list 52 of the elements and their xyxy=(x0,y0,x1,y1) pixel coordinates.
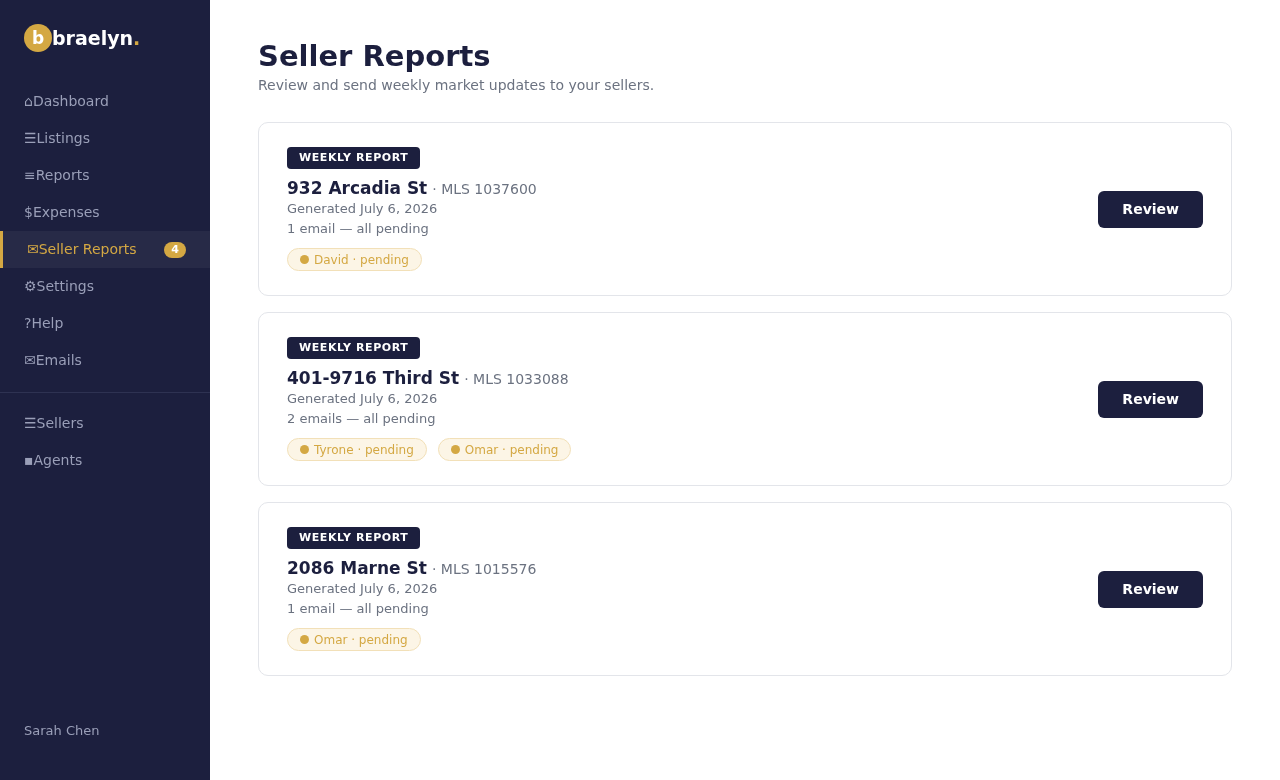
status-dot-icon xyxy=(300,445,309,454)
mls-number: · MLS 1015576 xyxy=(431,560,537,579)
recipient-status: Tyrone · pending xyxy=(314,442,414,457)
list-icon: ☰ xyxy=(24,415,37,432)
nav-item[interactable]: ✉Emails xyxy=(0,342,210,379)
nav-item[interactable]: ?Help xyxy=(0,305,210,342)
list-icon: ☰ xyxy=(24,130,37,147)
page-subtitle: Review and send weekly market updates to your sellers. xyxy=(258,76,656,95)
mls-number: · MLS 1037600 xyxy=(432,180,537,199)
property-address: 932 Arcadia St xyxy=(287,178,428,198)
house-icon: ⌂ xyxy=(24,93,33,110)
report-type-tag: WEEKLY REPORT xyxy=(287,527,421,549)
nav-item[interactable]: ≡Reports xyxy=(0,157,210,194)
status-dot-icon xyxy=(450,445,460,454)
page-title: Seller Reports xyxy=(258,38,492,74)
nav-item[interactable]: ⚙Settings xyxy=(0,268,210,305)
nav-item[interactable]: ✉Seller Reports 4 xyxy=(0,231,210,268)
square-icon: ▪ xyxy=(24,452,34,469)
review-button[interactable]: Review xyxy=(1098,570,1203,608)
lines-icon: ≡ xyxy=(24,167,36,184)
gear-icon: ⚙ xyxy=(24,278,37,295)
mls-number: · MLS 1033088 xyxy=(464,370,569,389)
nav-item[interactable]: ☰Listings xyxy=(0,120,210,157)
report-type-tag: WEEKLY REPORT xyxy=(287,147,421,169)
generated-date: Generated July 6, 2026 xyxy=(287,580,439,598)
envelope-icon: ✉ xyxy=(27,241,39,258)
review-button[interactable]: Review xyxy=(1098,190,1203,228)
user-name: Sarah Chen xyxy=(23,723,101,740)
generated-date: Generated July 6, 2026 xyxy=(287,390,439,408)
status-dot-icon xyxy=(300,635,309,644)
nav-item[interactable]: $Expenses xyxy=(0,194,210,231)
review-button[interactable]: Review xyxy=(1098,380,1203,418)
unread-count: 4 xyxy=(164,241,186,258)
report-type-tag: WEEKLY REPORT xyxy=(287,337,421,359)
nav-item[interactable]: ▪Agents xyxy=(0,442,210,479)
logo-mark: b xyxy=(24,24,52,52)
nav-item[interactable]: ☰Sellers xyxy=(0,405,210,442)
nav-item[interactable]: ⌂Dashboard xyxy=(0,83,210,120)
property-address: 2086 Marne St xyxy=(287,558,427,578)
recipient-status: Omar · pending xyxy=(464,442,559,457)
email-summary: 1 email — all pending xyxy=(287,220,430,238)
email-summary: 1 email — all pending xyxy=(287,600,430,618)
recipient-status: David · pending xyxy=(314,252,409,267)
generated-date: Generated July 6, 2026 xyxy=(287,200,439,218)
status-dot-icon xyxy=(300,255,309,264)
dollar-icon: $ xyxy=(24,204,33,221)
question-icon: ? xyxy=(24,315,32,332)
brand-name: braelyn. xyxy=(52,26,141,51)
recipient-status: Omar · pending xyxy=(314,632,408,647)
email-summary: 2 emails — all pending xyxy=(287,410,437,428)
property-address: 401-9716 Third St xyxy=(287,368,460,388)
envelope-icon: ✉ xyxy=(24,352,36,369)
